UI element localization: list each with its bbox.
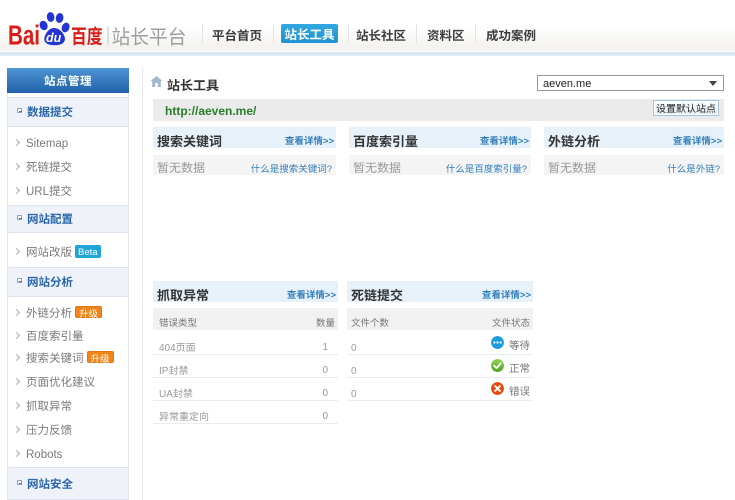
svg-text:站长平台: 站长平台 [112, 21, 187, 50]
svg-text:百度: 百度 [71, 21, 103, 50]
svg-text:du: du [46, 31, 62, 45]
svg-text:Bai: Bai [8, 20, 40, 51]
